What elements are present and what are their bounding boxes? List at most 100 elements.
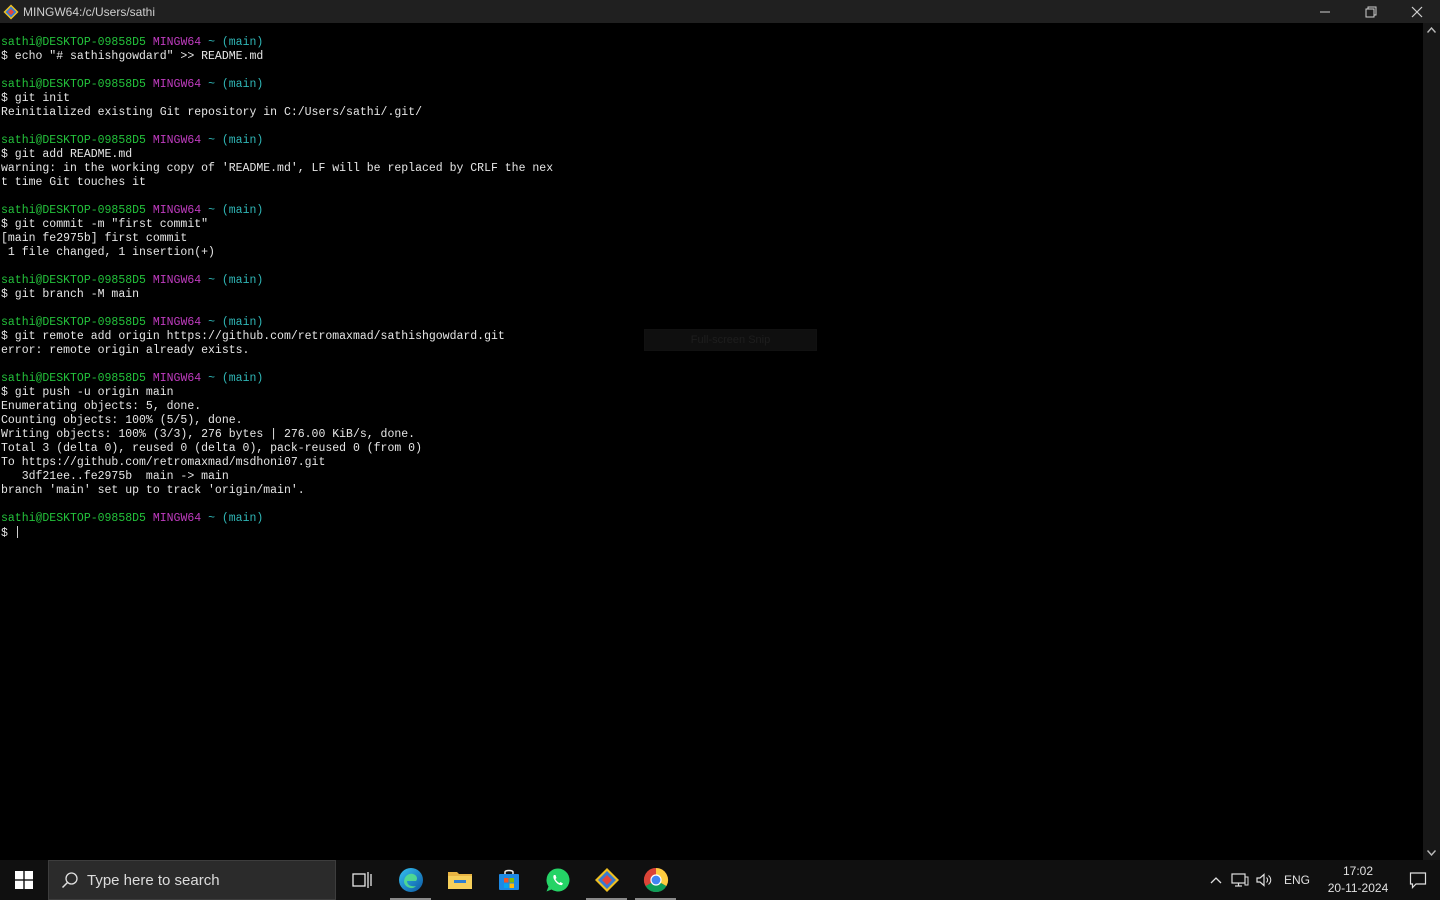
terminal-output[interactable]: sathi@DESKTOP-09858D5 MINGW64 ~ (main) $ … (0, 23, 1423, 860)
prompt-user: sathi@DESKTOP-09858D5 (1, 204, 146, 217)
output-line: To https://github.com/retromaxmad/msdhon… (1, 456, 326, 469)
restore-button[interactable] (1348, 0, 1394, 23)
text-cursor (16, 526, 18, 538)
output-line: $ git init (1, 92, 71, 105)
prompt-branch: (main) (221, 134, 264, 147)
clock-date: 20-11-2024 (1327, 881, 1389, 895)
input-line[interactable]: $ (1, 526, 1423, 540)
prompt-env: MINGW64 (152, 78, 202, 91)
output-line: 3df21ee..fe2975b main -> main (1, 470, 229, 483)
clock[interactable]: 17:02 20-11-2024 (1320, 863, 1396, 897)
prompt-branch: (main) (221, 372, 264, 385)
prompt-branch: (main) (221, 204, 264, 217)
output-line: t time Git touches it (1, 176, 146, 189)
prompt-path: ~ (208, 316, 215, 329)
chrome-icon (643, 868, 668, 893)
prompt-user: sathi@DESKTOP-09858D5 (1, 78, 146, 91)
search-placeholder: Type here to search (87, 871, 220, 889)
prompt-user: sathi@DESKTOP-09858D5 (1, 134, 146, 147)
prompt-user: sathi@DESKTOP-09858D5 (1, 36, 146, 49)
prompt-branch: (main) (221, 512, 264, 525)
whatsapp-icon (545, 868, 569, 892)
prompt-branch: (main) (221, 36, 264, 49)
taskbar-store[interactable] (484, 860, 533, 900)
prompt-line: sathi@DESKTOP-09858D5 MINGW64 ~ (main) (1, 274, 1423, 288)
task-view-button[interactable] (337, 860, 386, 900)
output-line: warning: in the working copy of 'README.… (1, 162, 554, 175)
prompt-line: sathi@DESKTOP-09858D5 MINGW64 ~ (main) (1, 36, 1423, 50)
prompt-path: ~ (208, 204, 215, 217)
language-indicator[interactable]: ENG (1284, 873, 1310, 887)
network-button[interactable] (1228, 860, 1252, 900)
prompt-user: sathi@DESKTOP-09858D5 (1, 372, 146, 385)
close-icon (1411, 6, 1423, 17)
output-line: [main fe2975b] first commit (1, 232, 188, 245)
input-prompt-symbol: $ (1, 527, 15, 540)
output-line: branch 'main' set up to track 'origin/ma… (1, 484, 305, 497)
system-tray: ENG 17:02 20-11-2024 (1204, 860, 1440, 900)
prompt-user: sathi@DESKTOP-09858D5 (1, 316, 146, 329)
prompt-path: ~ (208, 372, 215, 385)
notification-icon (1409, 872, 1427, 889)
scroll-down-arrow-icon (1427, 850, 1436, 856)
edge-icon (398, 868, 423, 892)
vertical-scrollbar[interactable] (1423, 23, 1440, 860)
volume-icon (1256, 873, 1272, 887)
output-line: $ git add README.md (1, 148, 133, 161)
taskbar: Type here to search ENG 17:02 20-11-2024 (0, 860, 1440, 900)
folder-icon (447, 872, 472, 889)
minimize-icon (1320, 11, 1330, 12)
prompt-path: ~ (208, 274, 215, 287)
prompt-path: ~ (208, 78, 215, 91)
window-title: MINGW64:/c/Users/sathi (23, 4, 156, 19)
prompt-path: ~ (208, 36, 215, 49)
taskbar-search-box[interactable]: Type here to search (48, 860, 336, 900)
minimize-button[interactable] (1302, 0, 1348, 23)
taskbar-whatsapp[interactable] (533, 860, 582, 900)
output-line: Enumerating objects: 5, done. (1, 400, 202, 413)
prompt-branch: (main) (221, 78, 264, 91)
prompt-branch: (main) (221, 274, 264, 287)
task-view-icon (351, 872, 372, 888)
prompt-line: sathi@DESKTOP-09858D5 MINGW64 ~ (main) (1, 512, 1423, 526)
prompt-user: sathi@DESKTOP-09858D5 (1, 512, 146, 525)
taskbar-git-bash[interactable] (582, 860, 631, 900)
prompt-path: ~ (208, 512, 215, 525)
prompt-env: MINGW64 (152, 372, 202, 385)
taskbar-chrome[interactable] (631, 860, 680, 900)
window-title-bar[interactable]: MINGW64:/c/Users/sathi (0, 0, 1440, 23)
close-button[interactable] (1394, 0, 1440, 23)
search-icon (61, 871, 79, 889)
prompt-branch: (main) (221, 316, 264, 329)
chevron-up-icon (1210, 877, 1222, 884)
store-icon (498, 869, 519, 890)
taskbar-edge[interactable] (386, 860, 435, 900)
prompt-env: MINGW64 (152, 274, 202, 287)
output-line: $ git branch -M main (1, 288, 140, 301)
git-icon (594, 868, 619, 892)
volume-button[interactable] (1252, 860, 1276, 900)
prompt-line: sathi@DESKTOP-09858D5 MINGW64 ~ (main) (1, 316, 1423, 330)
prompt-env: MINGW64 (152, 512, 202, 525)
output-line: $ git commit -m "first commit" (1, 218, 209, 231)
prompt-line: sathi@DESKTOP-09858D5 MINGW64 ~ (main) (1, 204, 1423, 218)
taskbar-file-explorer[interactable] (435, 860, 484, 900)
output-line: 1 file changed, 1 insertion(+) (1, 246, 215, 259)
prompt-line: sathi@DESKTOP-09858D5 MINGW64 ~ (main) (1, 372, 1423, 386)
start-button[interactable] (0, 860, 48, 900)
notification-center-button[interactable] (1396, 860, 1440, 900)
windows-logo-icon (15, 871, 33, 889)
output-line: $ git push -u origin main (1, 386, 174, 399)
prompt-line: sathi@DESKTOP-09858D5 MINGW64 ~ (main) (1, 134, 1423, 148)
show-hidden-icons-button[interactable] (1204, 860, 1228, 900)
network-icon (1231, 873, 1249, 887)
prompt-env: MINGW64 (152, 316, 202, 329)
output-line: Counting objects: 100% (5/5), done. (1, 414, 243, 427)
clock-time: 17:02 (1342, 864, 1374, 878)
